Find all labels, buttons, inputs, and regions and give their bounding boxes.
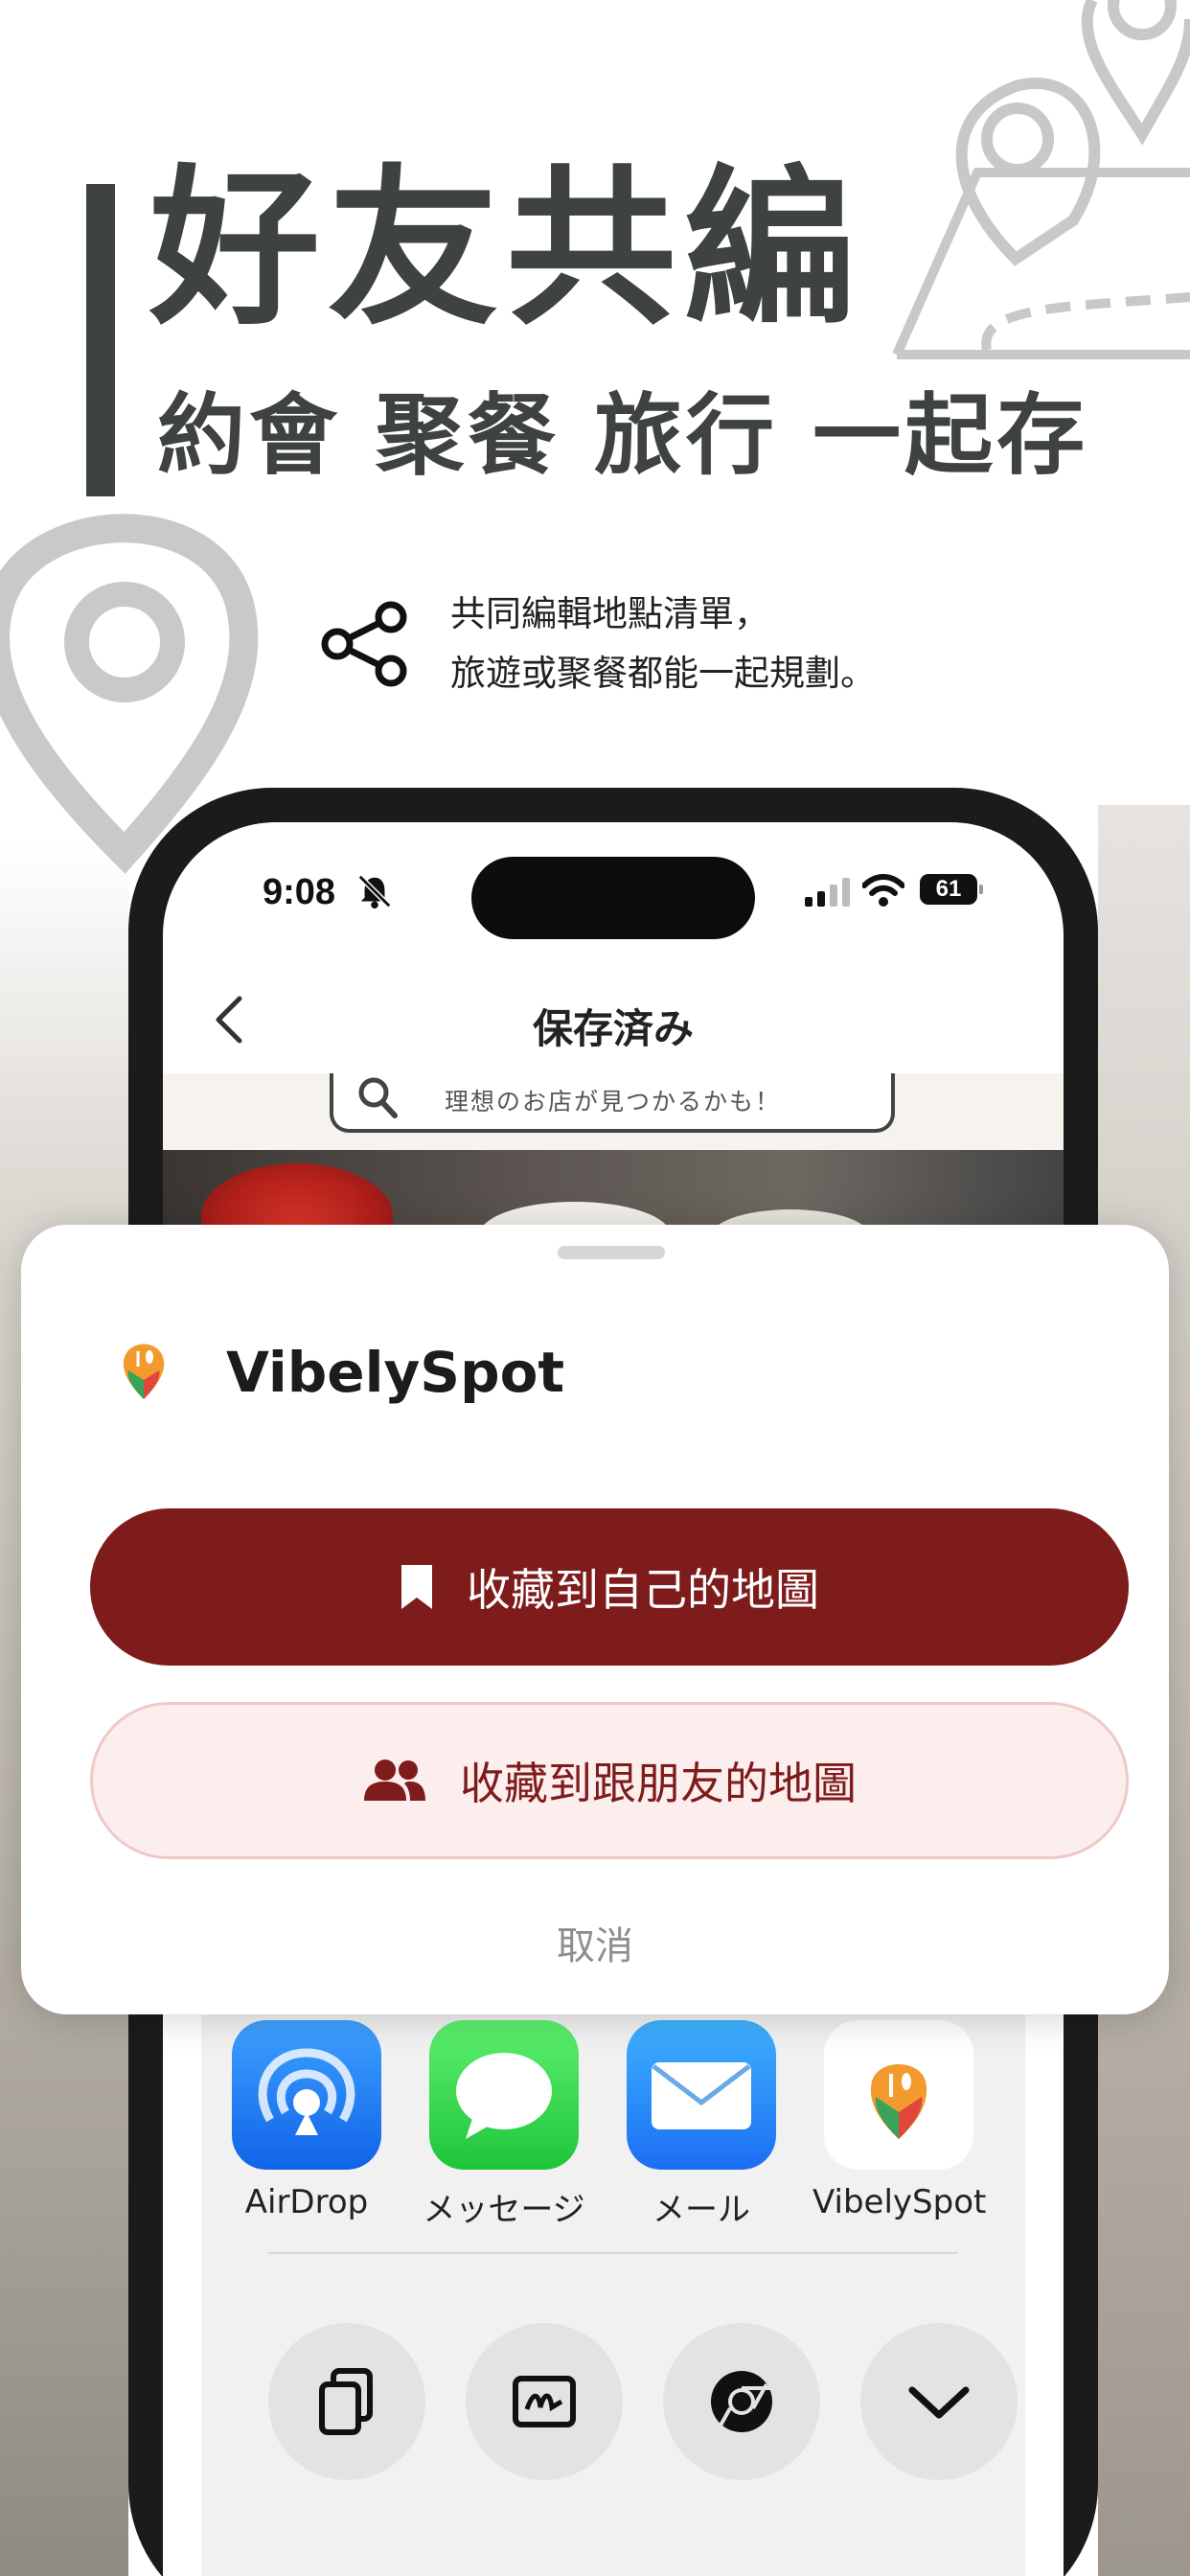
dynamic-island — [471, 857, 755, 939]
bookmark-icon — [401, 1565, 432, 1609]
search-icon — [358, 1077, 398, 1118]
app-label: VibelySpot — [812, 2183, 987, 2221]
messages-icon — [429, 2020, 579, 2170]
chrome-button[interactable] — [663, 2323, 820, 2480]
chrome-icon — [711, 2371, 772, 2433]
search-area: 理想のお店が見つかるかも！ — [163, 1073, 1064, 1150]
nav-bar: 保存済み — [163, 966, 1064, 1073]
map-pin-illustration-icon — [892, 0, 1190, 359]
save-to-my-map-button[interactable]: 收藏到自己的地圖 — [90, 1508, 1129, 1666]
cancel-button[interactable]: 取消 — [21, 1915, 1169, 1970]
share-app-vibelyspot[interactable]: VibelySpot — [812, 2020, 987, 2221]
markup-icon — [513, 2376, 576, 2427]
share-app-row: AirDrop メッセージ メール VibelySpot — [220, 2020, 1044, 2229]
share-app-airdrop[interactable]: AirDrop — [220, 2020, 393, 2221]
sheet-grabber[interactable] — [558, 1246, 665, 1259]
share-action-row — [268, 2323, 1054, 2486]
airdrop-icon — [232, 2020, 381, 2170]
vibelyspot-icon — [824, 2020, 973, 2170]
save-dialog: VibelySpot 收藏到自己的地圖 收藏到跟朋友的地圖 取消 — [21, 1225, 1169, 2014]
description-line-2: 旅遊或聚餐都能一起規劃。 — [450, 653, 876, 694]
more-button[interactable] — [860, 2323, 1018, 2480]
mail-icon — [627, 2020, 776, 2170]
save-to-friends-map-label: 收藏到跟朋友的地圖 — [460, 1758, 857, 1809]
share-app-mail[interactable]: メール — [615, 2020, 788, 2230]
status-bar: 9:08 61 — [163, 822, 1064, 966]
status-time: 9:08 — [263, 872, 336, 912]
save-to-friends-map-button[interactable]: 收藏到跟朋友的地圖 — [90, 1702, 1129, 1859]
share-app-messages[interactable]: メッセージ — [418, 2020, 590, 2230]
copy-icon — [319, 2368, 373, 2435]
headline-accent-bar — [86, 184, 115, 496]
copy-button[interactable] — [268, 2323, 425, 2480]
markup-button[interactable] — [466, 2323, 623, 2480]
page-title: 保存済み — [532, 1005, 694, 1052]
more-chevron-icon — [908, 2386, 970, 2419]
description-line-1: 共同編輯地點清單， — [450, 593, 769, 634]
promo-description-text: 共同編輯地點清單， 旅遊或聚餐都能一起規劃。 — [450, 585, 876, 703]
vibelyspot-logo-icon — [123, 1344, 165, 1399]
search-input[interactable]: 理想のお店が見つかるかも！ — [330, 1073, 895, 1133]
share-icon — [321, 601, 407, 687]
share-sheet-divider — [268, 2252, 958, 2254]
app-label: メッセージ — [423, 2191, 585, 2229]
wifi-icon — [862, 874, 904, 907]
promo-headline: 好友共編 — [149, 148, 862, 348]
signal-icon — [805, 878, 850, 907]
users-icon — [364, 1760, 425, 1801]
save-to-my-map-label: 收藏到自己的地圖 — [467, 1564, 819, 1616]
search-placeholder: 理想のお店が見つかるかも！ — [445, 1088, 782, 1116]
dialog-app-name: VibelySpot — [226, 1340, 565, 1405]
bell-muted-icon — [357, 874, 392, 909]
promo-description: 共同編輯地點清單， 旅遊或聚餐都能一起規劃。 — [316, 586, 876, 702]
promo-subheadline: 約會 聚餐 旅行 一起存 — [157, 383, 1089, 487]
battery-indicator: 61 — [920, 874, 983, 905]
app-label: メール — [652, 2191, 750, 2229]
app-label: AirDrop — [244, 2183, 369, 2221]
